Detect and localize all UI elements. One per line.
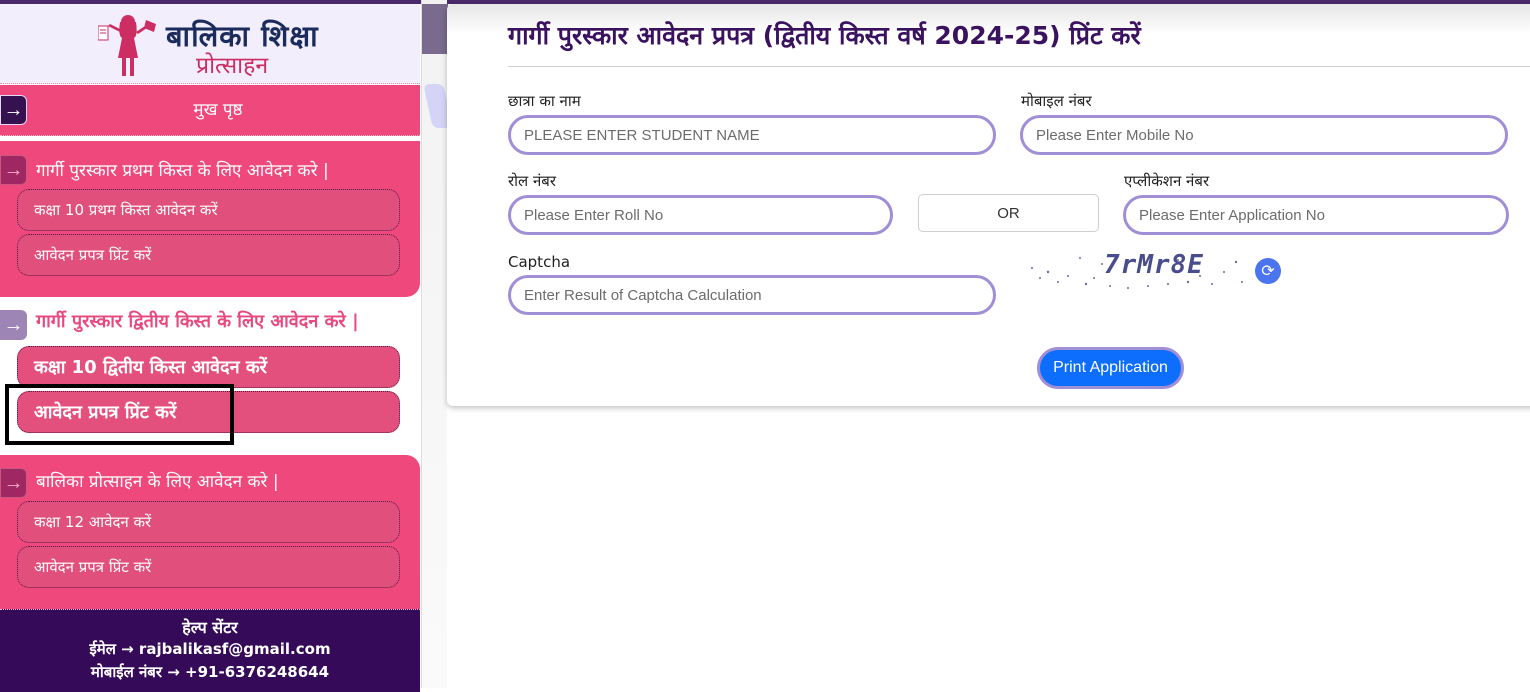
help-email[interactable]: ईमेल → rajbalikasf@gmail.com [0,638,420,661]
roll-no-label: रोल नंबर [508,172,556,190]
application-no-label: एप्लीकेशन नंबर [1124,172,1210,190]
gutter-header-band [422,4,448,54]
student-name-input[interactable] [508,115,996,155]
student-name-label: छात्रा का नाम [508,92,581,110]
arrow-right-icon: → [0,310,27,340]
logo[interactable]: बालिका शिक्षा प्रोत्साहन [0,4,420,84]
help-title: हेल्प सेंटर [182,618,238,637]
sidebar-item-class12-apply[interactable]: कक्षा 12 आवेदन करें [17,501,400,543]
page-title: गार्गी पुरस्कार आवेदन प्रपत्र (द्वितीय क… [508,21,1141,50]
sidebar-item-first-print[interactable]: आवेदन प्रपत्र प्रिंट करें [17,234,400,276]
section-title[interactable]: गार्गी पुरस्कार प्रथम किस्त के लिए आवेदन… [36,158,329,181]
captcha-text: 7rMr8E [1104,250,1204,280]
application-no-input[interactable] [1123,195,1509,235]
logo-subtitle: प्रोत्साहन [196,53,269,79]
help-mobile[interactable]: मोबाईल नंबर → +91-6376248644 [0,661,420,684]
captcha-input[interactable] [508,275,996,315]
or-separator: OR [918,194,1099,232]
sidebar-section-balika-protsahan: → बालिका प्रोत्साहन के लिए आवेदन करे | क… [0,455,420,610]
home-label: मुख पृष्ठ [193,100,243,120]
arrow-right-icon: → [0,155,27,185]
print-application-button[interactable]: Print Application [1037,347,1184,389]
girl-graduate-icon [98,15,156,76]
section-title[interactable]: बालिका प्रोत्साहन के लिए आवेदन करे | [36,469,279,492]
sidebar-item-home[interactable]: → मुख पृष्ठ [0,85,420,136]
sidebar-section-first-installment: → गार्गी पुरस्कार प्रथम किस्त के लिए आवे… [0,141,420,297]
captcha-image: 7rMr8E [1028,248,1248,292]
section-title-second-installment[interactable]: गार्गी पुरस्कार द्वितीय किस्त के लिए आवे… [36,309,359,333]
help-center: हेल्प सेंटर ईमेल → rajbalikasf@gmail.com… [0,609,420,692]
title-divider [508,66,1530,67]
sidebar-item-class10-first-apply[interactable]: कक्षा 10 प्रथम किस्त आवेदन करें [17,189,400,231]
captcha-label: Captcha [508,253,571,271]
gutter [421,0,453,688]
sidebar-item-class10-second-apply[interactable]: कक्षा 10 द्वितीय किस्त आवेदन करें [17,346,400,388]
mobile-label: मोबाइल नंबर [1021,92,1092,110]
refresh-captcha-icon[interactable]: ⟳ [1255,258,1281,284]
arrow-right-icon: → [0,468,27,498]
mobile-input[interactable] [1020,115,1508,155]
sidebar-item-class12-print[interactable]: आवेदन प्रपत्र प्रिंट करें [17,546,400,588]
sidebar-item-second-print[interactable]: आवेदन प्रपत्र प्रिंट करें [17,391,400,433]
sidebar: बालिका शिक्षा प्रोत्साहन → मुख पृष्ठ → ग… [0,4,420,692]
roll-no-input[interactable] [508,195,893,235]
